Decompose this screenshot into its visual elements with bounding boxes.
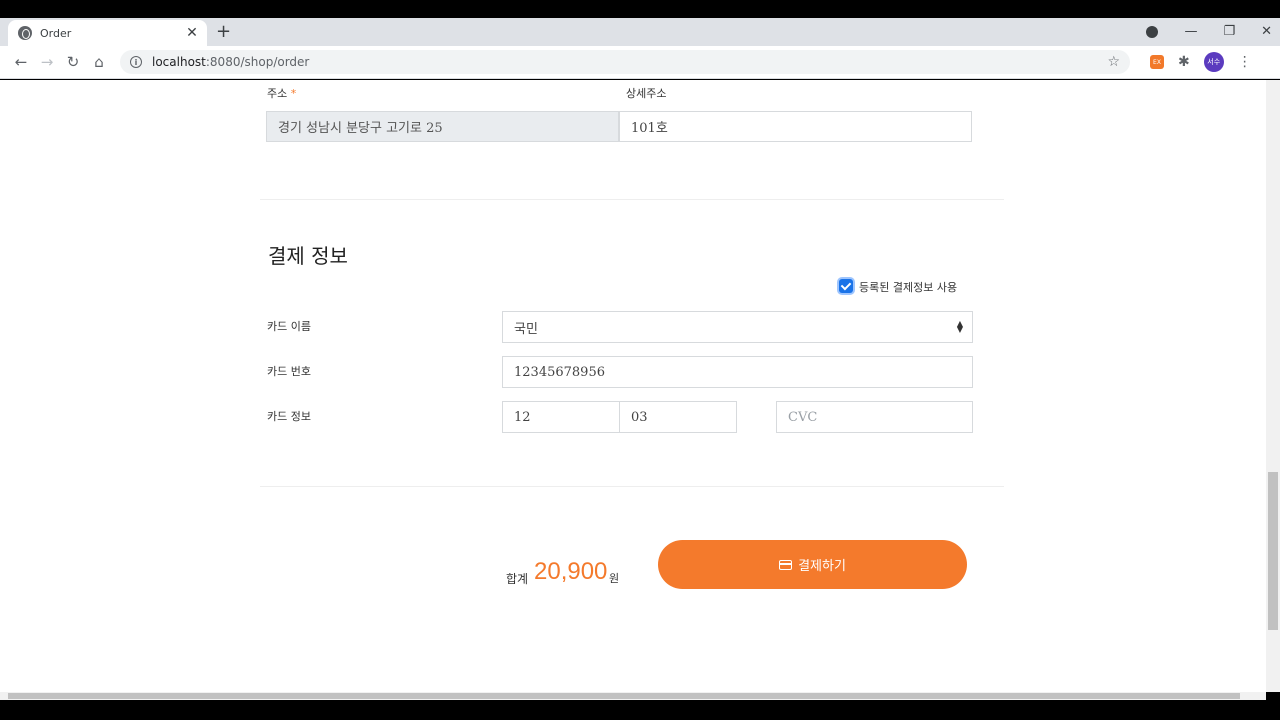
os-top-bar: [0, 0, 1280, 18]
browser-toolbar: ← → ↻ ⌂ i localhost:8080/shop/order ☆ EX…: [0, 46, 1280, 79]
cvc-field[interactable]: CVC: [776, 401, 973, 433]
profile-indicator-icon[interactable]: [1146, 26, 1159, 38]
use-saved-payment-checkbox[interactable]: [839, 279, 853, 293]
extensions-area: EX ✱ 서수 ⋮: [1150, 52, 1252, 72]
bookmark-star-icon[interactable]: ☆: [1107, 54, 1120, 70]
horizontal-scroll-thumb[interactable]: [8, 693, 1240, 699]
card-type-selected: 국민: [514, 321, 538, 337]
forward-icon[interactable]: →: [34, 52, 60, 72]
puzzle-icon[interactable]: ✱: [1178, 54, 1190, 70]
new-tab-button[interactable]: +: [216, 22, 231, 42]
address-field[interactable]: 경기 성남시 분당구 고기로 25: [266, 111, 619, 142]
detail-address-field[interactable]: 101호: [619, 111, 972, 142]
total-unit: 원: [609, 572, 620, 585]
card-number-field[interactable]: 12345678956: [502, 356, 973, 388]
extension-icon[interactable]: EX: [1150, 55, 1164, 69]
horizontal-scrollbar[interactable]: [0, 692, 1266, 700]
address-label: 주소 *: [267, 87, 297, 100]
back-icon[interactable]: ←: [8, 52, 34, 72]
page-viewport: 주소 * 상세주소 경기 성남시 분당구 고기로 25 101호 결제 정보 등…: [0, 80, 1266, 692]
select-arrow-icon: ▲ ▼: [956, 319, 963, 334]
detail-address-label: 상세주소: [626, 87, 667, 100]
expiry-month-field[interactable]: 12: [502, 401, 620, 433]
total-amount: 20,900: [534, 558, 608, 585]
globe-icon: [18, 26, 32, 40]
close-icon[interactable]: ✕: [185, 26, 199, 40]
window-close-icon[interactable]: ✕: [1261, 22, 1272, 42]
pay-button-label: 결제하기: [798, 558, 846, 573]
card-type-select[interactable]: 국민 ▲ ▼: [502, 311, 973, 343]
vertical-scroll-thumb[interactable]: [1268, 472, 1278, 630]
reload-icon[interactable]: ↻: [60, 52, 86, 72]
minimize-icon[interactable]: —: [1184, 22, 1197, 42]
card-number-label: 카드 번호: [267, 365, 311, 378]
info-icon[interactable]: i: [130, 56, 142, 68]
section-divider: [260, 486, 1004, 487]
expiry-year-field[interactable]: 03: [619, 401, 737, 433]
address-bar[interactable]: i localhost:8080/shop/order ☆: [120, 50, 1130, 74]
vertical-scrollbar[interactable]: [1266, 80, 1280, 692]
credit-card-icon: [779, 559, 793, 570]
pay-button[interactable]: 결제하기: [658, 540, 967, 589]
home-icon[interactable]: ⌂: [86, 52, 112, 72]
payment-section-title: 결제 정보: [268, 244, 348, 268]
menu-kebab-icon[interactable]: ⋮: [1238, 54, 1252, 70]
window-controls: — ❐ ✕: [1146, 22, 1272, 42]
tab-strip: Order ✕ + — ❐ ✕: [0, 18, 1280, 46]
card-info-label: 카드 정보: [267, 410, 311, 423]
tab-title: Order: [40, 26, 72, 40]
section-divider: [260, 199, 1004, 200]
tab-order[interactable]: Order ✕: [8, 20, 207, 46]
use-saved-payment-label[interactable]: 등록된 결제정보 사용: [859, 279, 957, 295]
restore-icon[interactable]: ❐: [1223, 22, 1235, 42]
total-label: 합계: [506, 572, 529, 586]
url-text[interactable]: localhost:8080/shop/order: [152, 55, 1107, 69]
card-type-label: 카드 이름: [267, 320, 311, 333]
os-bottom-bar: [0, 700, 1280, 720]
avatar[interactable]: 서수: [1203, 52, 1224, 72]
